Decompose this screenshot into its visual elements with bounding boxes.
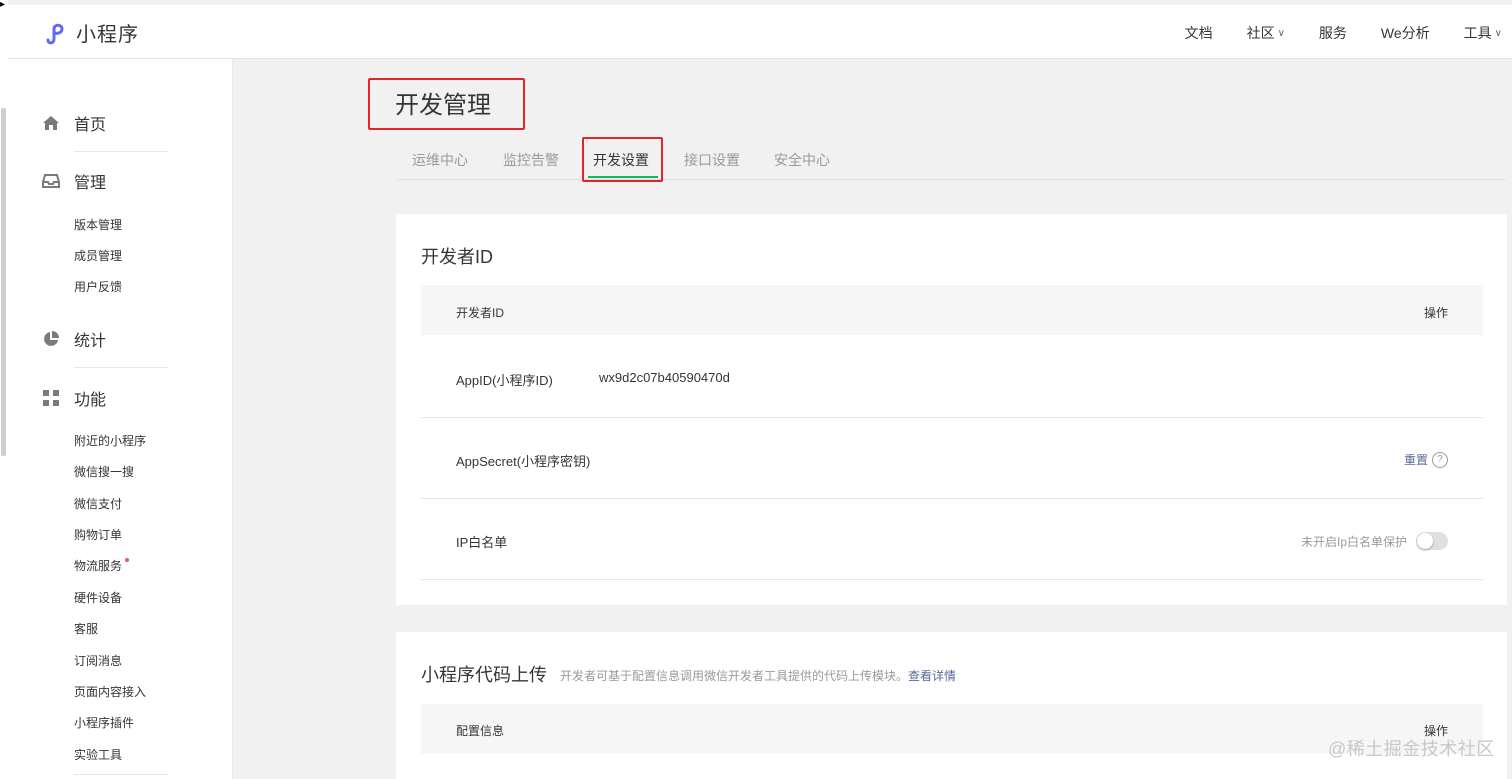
nav-analytics[interactable]: We分析 [1381,23,1430,43]
red-dot-badge [125,558,130,562]
tab-ops-center[interactable]: 运维中心 [412,150,468,170]
sidebar-sub-plugins[interactable]: 小程序插件 [74,714,134,731]
watermark: @稀土掘金技术社区 [1328,739,1495,759]
nav-analytics-label: We分析 [1380,25,1430,41]
sidebar-divider [74,774,168,775]
code-upload-desc-text: 开发者可基于配置信息调用微信开发者工具提供的代码上传模块。 [560,669,909,683]
ip-whitelist-actions: 未开启Ip白名单保护 [1301,532,1448,550]
appid-value: wx9d2c07b40590470d [599,370,730,385]
code-upload-table-header: 配置信息 操作 [421,704,1483,754]
nav-docs[interactable]: 文档 [1185,23,1213,43]
sidebar-sub-version[interactable]: 版本管理 [74,216,122,233]
sidebar-sub-members[interactable]: 成员管理 [74,247,122,264]
sidebar-sub-content[interactable]: 页面内容接入 [74,683,146,700]
nav-services[interactable]: 服务 [1319,23,1347,43]
reset-secret-link[interactable]: 重置 [1404,451,1428,468]
sidebar-sub-hardware[interactable]: 硬件设备 [74,589,122,606]
code-upload-description: 开发者可基于配置信息调用微信开发者工具提供的代码上传模块。查看详情 [560,667,956,684]
developer-id-card: 开发者ID 开发者ID 操作 AppID(小程序ID) wx9d2c07b405… [396,214,1507,605]
ip-whitelist-toggle[interactable] [1416,532,1448,550]
sidebar-item-manage[interactable]: 管理 [8,166,232,196]
sidebar-item-features[interactable]: 功能 [8,383,232,413]
ip-whitelist-status: 未开启Ip白名单保护 [1300,534,1407,549]
nav-community[interactable]: 社区 ∨ [1247,23,1285,43]
col-action: 操作 [1423,306,1448,320]
table-row-ip-whitelist: IP白名单 未开启Ip白名单保护 [421,499,1483,580]
appid-label: AppID(小程序ID) [456,373,553,388]
tab-highlight-box [582,137,663,182]
sidebar-item-stats-label: 统计 [74,333,107,350]
sidebar-item-manage-label: 管理 [74,175,107,192]
chevron-down-icon: ∨ [1494,27,1502,39]
nav-services-label: 服务 [1318,25,1347,41]
sidebar-item-features-label: 功能 [74,392,107,409]
sidebar-sub-logistics-label: 物流服务 [74,559,123,573]
tab-monitoring[interactable]: 监控告警 [503,150,559,170]
sidebar-item-stats[interactable]: 统计 [8,324,232,354]
developer-id-table-header: 开发者ID 操作 [421,285,1483,335]
tab-api-settings[interactable]: 接口设置 [684,150,740,170]
tab-bar: 运维中心 监控告警 开发设置 接口设置 安全中心 [396,142,1506,180]
ip-whitelist-label: IP白名单 [456,535,508,550]
inbox-icon [42,172,60,190]
pie-chart-icon [42,330,60,348]
sidebar-sub-feedback[interactable]: 用户反馈 [74,278,122,295]
view-details-link[interactable]: 查看详情 [908,669,956,683]
sidebar-sub-lab[interactable]: 实验工具 [74,746,122,763]
sidebar-sub-search[interactable]: 微信搜一搜 [74,463,134,480]
developer-id-title: 开发者ID [421,247,493,267]
home-icon [42,114,60,132]
logo-text: 小程序 [76,24,139,46]
nav-docs-label: 文档 [1184,25,1213,41]
grid-icon [42,389,60,407]
nav-community-label: 社区 [1246,25,1275,41]
nav-tools-label: 工具 [1463,25,1492,41]
logo[interactable]: 小程序 [42,18,139,47]
miniprogram-logo-icon [46,23,64,44]
sidebar-item-home-label: 首页 [74,117,107,134]
scrollbar-thumb[interactable] [1,108,6,456]
sidebar-sub-subscribe[interactable]: 订阅消息 [74,652,122,669]
toggle-knob [1417,533,1433,549]
table-row-appsecret: AppSecret(小程序密钥) 重置 ? [421,418,1483,499]
sidebar-sub-service[interactable]: 客服 [74,620,98,637]
table-row-appid: AppID(小程序ID) wx9d2c07b40590470d [421,337,1483,418]
sidebar-sub-pay[interactable]: 微信支付 [74,495,122,512]
chevron-down-icon: ∨ [1277,27,1285,39]
sidebar-sub-logistics[interactable]: 物流服务 [74,557,130,574]
sidebar-sub-nearby[interactable]: 附近的小程序 [74,432,146,449]
tab-security[interactable]: 安全中心 [774,150,830,170]
sidebar-sub-orders[interactable]: 购物订单 [74,526,122,543]
appsecret-label: AppSecret(小程序密钥) [456,454,591,469]
sidebar-divider [74,367,168,368]
cursor-icon: ▸ [0,0,6,10]
top-header: 小程序 文档 社区 ∨ 服务 We分析 工具 ∨ [8,5,1512,59]
sidebar-divider [74,151,168,152]
sidebar: 首页 管理 版本管理 成员管理 用户反馈 统计 功能 附近的小程序 微信搜一搜 … [8,59,233,779]
page-title: 开发管理 [368,78,525,130]
help-icon[interactable]: ? [1432,451,1448,468]
appsecret-actions: 重置 ? [1404,451,1448,468]
nav-tools[interactable]: 工具 ∨ [1464,23,1502,43]
left-edge-bar: ▸ [0,0,8,779]
sidebar-item-home[interactable]: 首页 [8,108,232,138]
code-upload-title: 小程序代码上传 [421,665,547,685]
top-nav: 文档 社区 ∨ 服务 We分析 工具 ∨ [1151,23,1502,43]
col-config-info: 配置信息 [456,724,505,738]
col-developer-id: 开发者ID [456,306,505,320]
